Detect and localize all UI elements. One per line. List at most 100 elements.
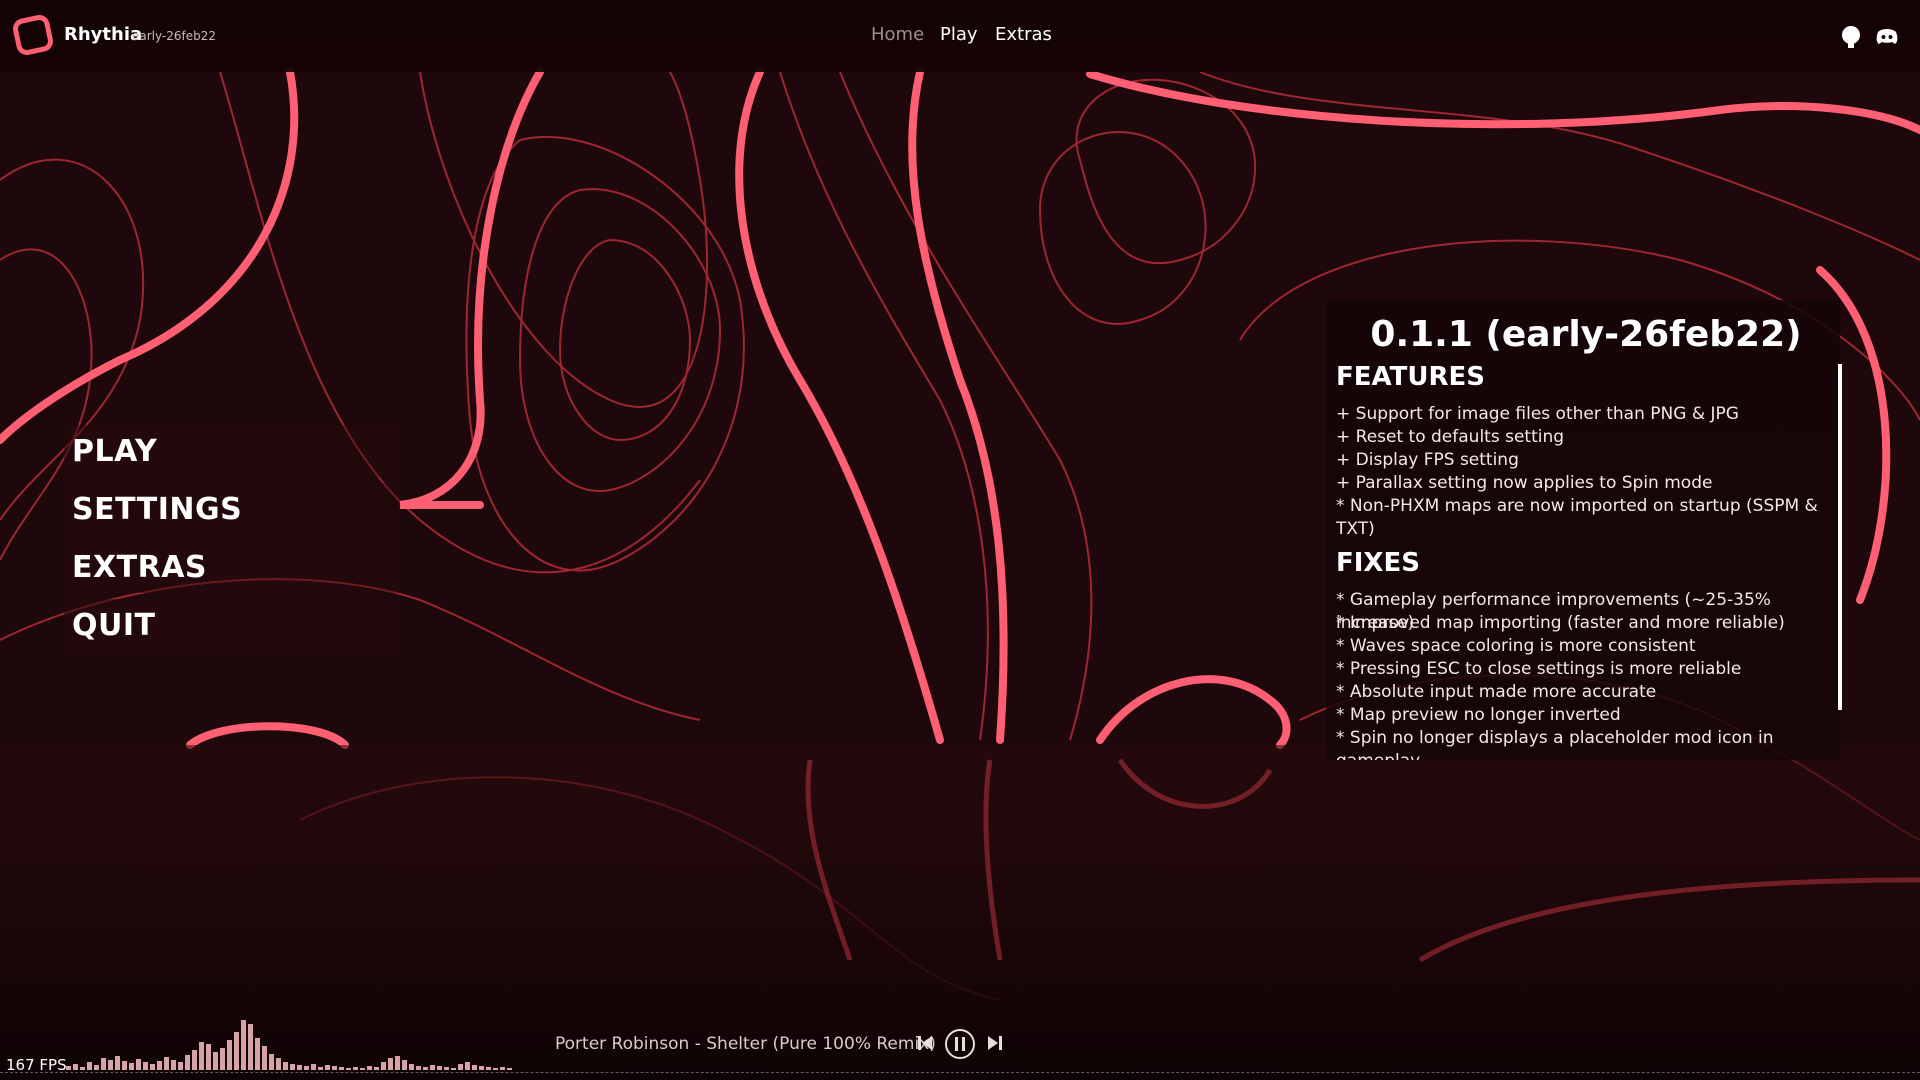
feature-item: + Reset to defaults setting: [1336, 427, 1565, 447]
visualizer-bar: [220, 1048, 225, 1070]
visualizer-bar: [157, 1061, 162, 1070]
app-name: Rhythia: [64, 24, 143, 45]
now-playing-track: Porter Robinson - Shelter (Pure 100% Rem…: [555, 1034, 936, 1054]
changelog-title: 0.1.1 (early-26feb22): [1370, 314, 1802, 355]
fixes-heading: FIXES: [1336, 548, 1420, 578]
fix-item: * Absolute input made more accurate: [1336, 682, 1657, 702]
visualizer-bar: [395, 1056, 400, 1070]
visualizer-bar: [150, 1064, 155, 1070]
visualizer-bar: [381, 1062, 386, 1070]
visualizer-bar: [171, 1060, 176, 1070]
visualizer-bar: [87, 1062, 92, 1070]
visualizer-bar: [458, 1064, 463, 1070]
visualizer-bar: [367, 1066, 372, 1070]
visualizer-bar: [318, 1067, 323, 1070]
visualizer-bar: [360, 1068, 365, 1070]
app-version-tag: early-26feb22: [132, 29, 216, 43]
feature-item: * Non-PHXM maps are now imported on star…: [1336, 496, 1818, 539]
visualizer-bar: [276, 1058, 281, 1070]
visualizer-bar: [451, 1068, 456, 1070]
menu-play-button[interactable]: PLAY: [64, 425, 400, 477]
menu-quit-label: QUIT: [72, 608, 156, 643]
visualizer-bar: [416, 1066, 421, 1070]
visualizer-bar: [472, 1065, 477, 1070]
feature-item: + Parallax setting now applies to Spin m…: [1336, 473, 1713, 493]
visualizer-bar: [101, 1058, 106, 1070]
visualizer-bar: [486, 1067, 491, 1070]
visualizer-bar: [192, 1050, 197, 1070]
changelog-panel[interactable]: 0.1.1 (early-26feb22) FEATURES + Support…: [1326, 300, 1840, 760]
rhythia-logo-icon[interactable]: [10, 12, 56, 58]
nav-home[interactable]: Home: [871, 24, 924, 45]
menu-play-label: PLAY: [72, 434, 158, 469]
visualizer-bar: [283, 1062, 288, 1070]
visualizer-bar: [465, 1062, 470, 1070]
menu-settings-label: SETTINGS: [72, 492, 243, 527]
visualizer-bar: [388, 1058, 393, 1070]
visualizer-bar: [402, 1060, 407, 1070]
nav-extras[interactable]: Extras: [995, 24, 1052, 45]
visualizer-bar: [353, 1067, 358, 1070]
visualizer-bar: [73, 1064, 78, 1070]
visualizer-bar: [332, 1066, 337, 1070]
visualizer-bar: [325, 1065, 330, 1070]
visualizer-bar: [444, 1067, 449, 1070]
menu-extras-button[interactable]: EXTRAS: [64, 541, 400, 593]
menu-settings-button[interactable]: SETTINGS: [64, 483, 400, 535]
visualizer-bar: [185, 1055, 190, 1070]
visualizer-bar: [262, 1046, 267, 1070]
visualizer-bar: [66, 1066, 71, 1070]
visualizer-bar: [374, 1067, 379, 1070]
visualizer-bar: [255, 1038, 260, 1070]
visualizer-bar: [500, 1067, 505, 1070]
visualizer-bar: [409, 1064, 414, 1070]
discord-icon[interactable]: [1874, 24, 1900, 50]
visualizer-bar: [122, 1061, 127, 1070]
visualizer-bar: [129, 1063, 134, 1070]
top-bar: Rhythia early-26feb22 Home Play Extras: [0, 0, 1920, 72]
visualizer-bar: [304, 1066, 309, 1070]
visualizer-bar: [199, 1042, 204, 1070]
visualizer-bar: [80, 1067, 85, 1070]
visualizer-bar: [493, 1068, 498, 1070]
fix-item: * Waves space coloring is more consisten…: [1336, 636, 1696, 656]
visualizer-bar: [234, 1032, 239, 1070]
nav-play[interactable]: Play: [940, 24, 978, 45]
visualizer-bar: [206, 1044, 211, 1070]
visualizer-bar: [437, 1066, 442, 1070]
github-icon[interactable]: [1838, 24, 1864, 50]
feature-item: + Display FPS setting: [1336, 450, 1519, 470]
visualizer-bar: [269, 1054, 274, 1070]
feature-item: + Support for image files other than PNG…: [1336, 404, 1739, 424]
features-heading: FEATURES: [1336, 362, 1485, 392]
previous-icon[interactable]: [916, 1031, 934, 1055]
fix-item: * Map preview no longer inverted: [1336, 705, 1621, 725]
fix-item: * Improved map importing (faster and mor…: [1336, 613, 1785, 633]
visualizer-bar: [339, 1067, 344, 1070]
visualizer-bar: [507, 1068, 512, 1070]
visualizer-bar: [227, 1040, 232, 1070]
menu-extras-label: EXTRAS: [72, 550, 208, 585]
visualizer-bar: [430, 1065, 435, 1070]
fix-item: * Pressing ESC to close settings is more…: [1336, 659, 1742, 679]
next-icon[interactable]: [986, 1031, 1004, 1055]
pause-icon[interactable]: [944, 1028, 976, 1060]
visualizer-bar: [248, 1024, 253, 1070]
visualizer-bar: [164, 1057, 169, 1070]
menu-quit-button[interactable]: QUIT: [64, 599, 400, 651]
visualizer-bar: [108, 1060, 113, 1070]
visualizer-bar: [311, 1064, 316, 1070]
visualizer-bar: [178, 1062, 183, 1070]
visualizer-bar: [241, 1020, 246, 1070]
progress-line: [0, 1072, 1920, 1074]
visualizer-bar: [346, 1068, 351, 1070]
visualizer-bar: [479, 1066, 484, 1070]
visualizer-bar: [423, 1067, 428, 1070]
visualizer-bar: [136, 1059, 141, 1070]
changelog-scrollbar[interactable]: [1838, 364, 1842, 710]
visualizer-bar: [94, 1065, 99, 1070]
visualizer-bar: [290, 1064, 295, 1070]
fix-item: * Spin no longer displays a placeholder …: [1336, 728, 1774, 760]
visualizer-bar: [143, 1062, 148, 1070]
visualizer-bar: [213, 1052, 218, 1070]
